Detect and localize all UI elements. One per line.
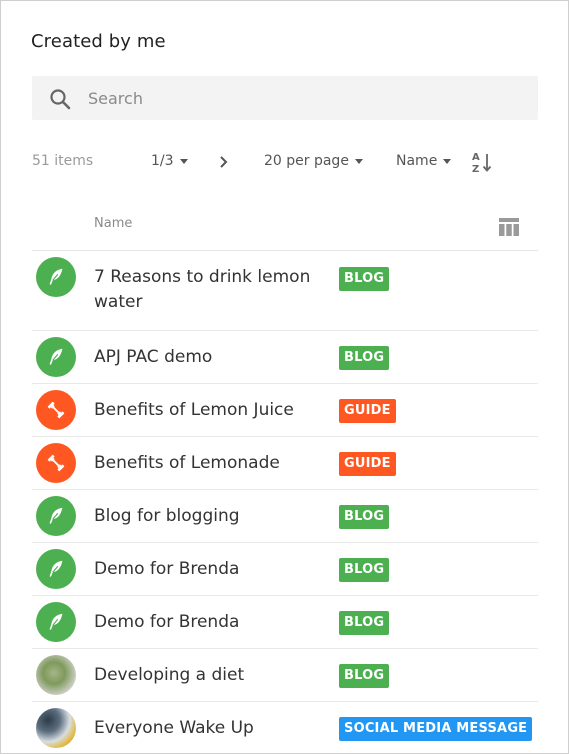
sort-field-label: Name xyxy=(396,153,438,169)
item-name: Demo for Brenda xyxy=(94,612,240,632)
list-toolbar: 51 items 1/3 20 per page Name A Z xyxy=(1,147,568,177)
search-icon xyxy=(50,89,71,110)
photo-thumbnail xyxy=(36,655,76,695)
svg-text:Z: Z xyxy=(472,164,479,175)
photo-thumbnail xyxy=(36,708,76,748)
list-item[interactable]: Benefits of Lemonade GUIDE xyxy=(32,437,538,490)
type-badge: SOCIAL MEDIA MESSAGE xyxy=(339,717,533,741)
page-indicator: 1/3 xyxy=(151,153,174,169)
type-badge: BLOG xyxy=(339,611,390,635)
item-count: 51 items xyxy=(32,153,94,169)
item-name: Everyone Wake Up xyxy=(94,718,254,738)
item-name: Benefits of Lemonade xyxy=(94,453,280,473)
panel-title: Created by me xyxy=(31,31,166,52)
dumbbell-icon xyxy=(36,390,76,430)
list-item[interactable]: Demo for Brenda BLOG xyxy=(32,543,538,596)
feather-icon xyxy=(36,496,76,536)
list-item[interactable]: Developing a diet BLOG xyxy=(32,649,538,702)
dumbbell-icon xyxy=(36,443,76,483)
feather-icon xyxy=(36,549,76,589)
column-header-name[interactable]: Name xyxy=(94,216,132,231)
page-selector[interactable]: 1/3 xyxy=(151,153,188,169)
svg-text:A: A xyxy=(472,152,480,163)
type-badge: BLOG xyxy=(339,664,390,688)
type-badge: GUIDE xyxy=(339,399,396,423)
list-item[interactable]: Demo for Brenda BLOG xyxy=(32,596,538,649)
column-settings-icon[interactable] xyxy=(498,217,520,237)
table-header: Name xyxy=(32,201,538,251)
item-name: Developing a diet xyxy=(94,665,245,685)
content-list: 7 Reasons to drink lemon water BLOG APJ … xyxy=(32,251,538,753)
created-by-me-panel: Created by me 51 items 1/3 20 per page N… xyxy=(0,0,569,754)
per-page-selector[interactable]: 20 per page xyxy=(264,153,363,169)
item-name: Blog for blogging xyxy=(94,506,240,526)
list-item[interactable]: 7 Reasons to drink lemon water BLOG xyxy=(32,251,538,331)
chevron-down-icon xyxy=(443,158,452,164)
item-name: APJ PAC demo xyxy=(94,347,213,367)
list-item[interactable]: Everyone Wake Up SOCIAL MEDIA MESSAGE xyxy=(32,702,538,753)
type-badge: BLOG xyxy=(339,558,390,582)
item-name: Benefits of Lemon Juice xyxy=(94,400,294,420)
type-badge: BLOG xyxy=(339,267,390,291)
chevron-down-icon xyxy=(179,158,188,164)
feather-icon xyxy=(36,257,76,297)
list-item[interactable]: Benefits of Lemon Juice GUIDE xyxy=(32,384,538,437)
type-badge: BLOG xyxy=(339,505,390,529)
feather-icon xyxy=(36,337,76,377)
sort-direction-icon[interactable]: A Z xyxy=(471,149,493,175)
sort-field-selector[interactable]: Name xyxy=(396,153,452,169)
list-item[interactable]: Blog for blogging BLOG xyxy=(32,490,538,543)
search-input[interactable] xyxy=(88,76,518,120)
per-page-label: 20 per page xyxy=(264,153,349,169)
search-bar[interactable] xyxy=(32,76,538,120)
type-badge: BLOG xyxy=(339,346,390,370)
item-name: Demo for Brenda xyxy=(94,559,240,579)
list-item[interactable]: APJ PAC demo BLOG xyxy=(32,331,538,384)
item-name: 7 Reasons to drink lemon water xyxy=(94,267,311,312)
type-badge: GUIDE xyxy=(339,452,396,476)
next-page-icon[interactable] xyxy=(214,151,234,173)
feather-icon xyxy=(36,602,76,642)
chevron-down-icon xyxy=(354,158,363,164)
